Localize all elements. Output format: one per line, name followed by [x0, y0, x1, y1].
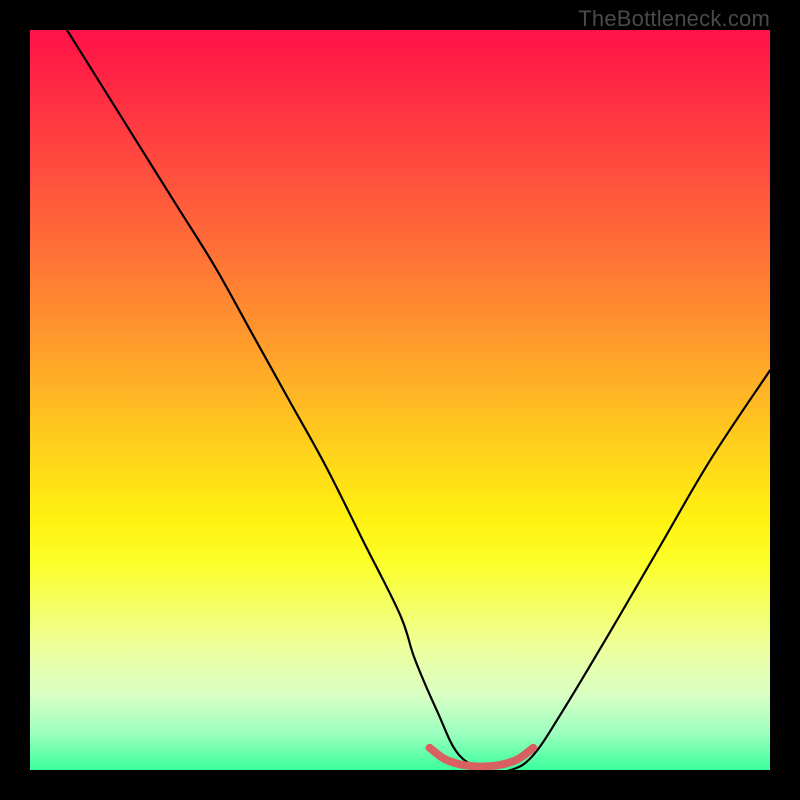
- plot-area: [30, 30, 770, 770]
- watermark-text: TheBottleneck.com: [578, 6, 770, 32]
- chart-canvas: TheBottleneck.com: [0, 0, 800, 800]
- chart-svg: [30, 30, 770, 770]
- optimal-band-line: [430, 748, 534, 767]
- bottleneck-curve-line: [67, 30, 770, 770]
